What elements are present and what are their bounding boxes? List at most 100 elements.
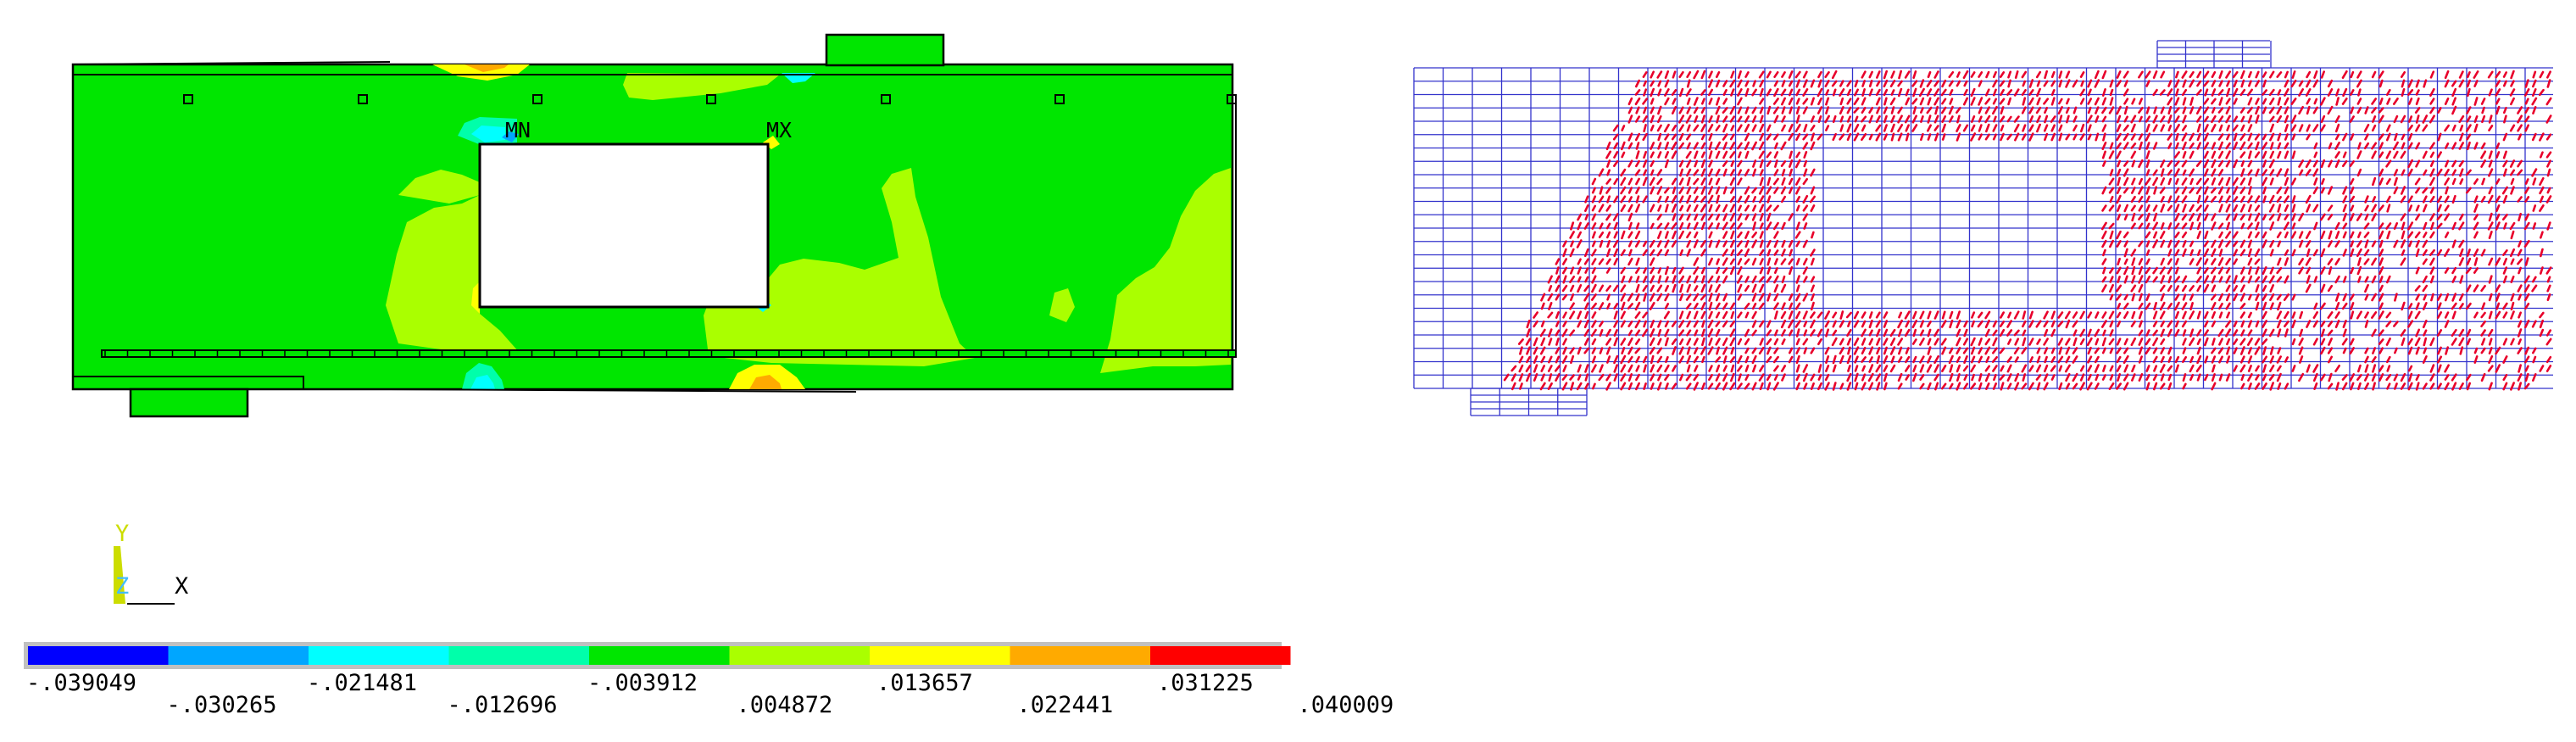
crack-mark [1927, 97, 1932, 106]
crack-mark [1956, 124, 1961, 132]
crack-mark [1511, 365, 1517, 372]
legend-swatch [168, 646, 309, 665]
crack-mark [2524, 365, 2529, 372]
crack-mark [1802, 258, 1808, 265]
crack-mark [1890, 70, 1895, 79]
crack-mark [1555, 258, 1561, 265]
crack-mark [1737, 258, 1743, 265]
crack-mark [2189, 293, 2195, 301]
crack-mark [2006, 133, 2012, 141]
crack-mark [2444, 364, 2450, 373]
crack-mark [1992, 365, 1998, 372]
crack-mark [2276, 276, 2283, 283]
crack-mark [1577, 310, 1583, 320]
crack-mark [2423, 337, 2428, 347]
crack-mark [2116, 150, 2122, 159]
crack-mark [1555, 284, 1561, 293]
crack-mark [2239, 338, 2246, 346]
crack-mark [2393, 321, 2399, 327]
crack-mark [1700, 124, 1706, 132]
crack-mark [2473, 178, 2479, 185]
crack-mark [2510, 80, 2515, 87]
crack-mark [1583, 284, 1590, 293]
crack-mark [2226, 187, 2231, 194]
crack-mark [2523, 382, 2530, 390]
crack-mark [2277, 257, 2282, 266]
crack-mark [2153, 231, 2158, 239]
crack-mark [2211, 177, 2217, 186]
crack-mark [1591, 240, 1596, 248]
crack-mark [2181, 125, 2188, 131]
crack-mark [2298, 258, 2304, 265]
crack-mark [1803, 159, 1808, 168]
crack-mark [1802, 364, 1809, 373]
crack-mark [2422, 284, 2429, 293]
crack-mark [2532, 70, 2537, 79]
crack-mark [2268, 70, 2275, 79]
crack-mark [1694, 231, 1699, 239]
crack-mark [1941, 123, 1946, 133]
crack-mark [2189, 310, 2195, 320]
crack-mark [1561, 293, 1568, 301]
crack-mark [2189, 240, 2195, 248]
crack-mark [1978, 80, 1983, 87]
crack-mark [1729, 133, 1735, 141]
crack-mark [2211, 284, 2217, 293]
crack-mark [2189, 187, 2195, 194]
crack-mark [1730, 125, 1735, 131]
crack-mark [2123, 214, 2128, 220]
crack-mark [1650, 222, 1655, 230]
crack-mark [2444, 70, 2450, 80]
crack-mark [2495, 364, 2501, 373]
crack-mark [2495, 310, 2501, 320]
crack-mark [1759, 338, 1764, 346]
crack-mark [2306, 70, 2312, 79]
crack-mark [1751, 124, 1757, 132]
crack-mark [1875, 364, 1882, 373]
crack-mark [1751, 232, 1757, 238]
crack-mark [1752, 204, 1757, 212]
crack-mark [1933, 125, 1939, 131]
crack-mark [1569, 310, 1576, 320]
crack-mark [2290, 177, 2297, 186]
crack-mark [2050, 365, 2056, 372]
crack-mark [1715, 356, 1722, 363]
crack-mark [2225, 213, 2231, 221]
crack-mark [1722, 320, 1728, 328]
crack-mark [2342, 347, 2347, 354]
crack-mark [2247, 124, 2253, 132]
crack-mark [1707, 124, 1714, 132]
crack-mark [2138, 115, 2143, 123]
crack-mark [2458, 257, 2464, 266]
crack-mark [2028, 365, 2034, 372]
crack-mark [2087, 311, 2093, 319]
crack-mark [2385, 178, 2391, 185]
crack-mark [2334, 258, 2340, 265]
crack-mark [2372, 364, 2377, 373]
crack-mark [2335, 97, 2340, 106]
crack-mark [2298, 338, 2304, 346]
crack-mark [1737, 293, 1743, 301]
crack-mark [2401, 133, 2406, 141]
crack-mark [1825, 89, 1830, 96]
crack-mark [1577, 374, 1582, 381]
crack-mark [2160, 338, 2166, 345]
crack-mark [2174, 232, 2180, 238]
crack-mark [2174, 364, 2179, 373]
crack-mark [2277, 97, 2282, 106]
crack-mark [2123, 187, 2129, 194]
crack-mark [2327, 311, 2334, 319]
crack-mark [1657, 267, 1662, 274]
crack-mark [2284, 257, 2289, 266]
axis-triad: Y Z X [114, 521, 188, 605]
crack-mark [1774, 310, 1778, 320]
crack-mark [1562, 311, 1567, 319]
crack-mark [2232, 231, 2239, 239]
crack-mark [2341, 159, 2348, 168]
crack-mark [1562, 321, 1567, 327]
crack-mark [1686, 133, 1692, 141]
crack-mark [1584, 364, 1589, 373]
crack-mark [1555, 338, 1560, 346]
crack-mark [1693, 124, 1700, 132]
crack-mark [1839, 133, 1845, 141]
